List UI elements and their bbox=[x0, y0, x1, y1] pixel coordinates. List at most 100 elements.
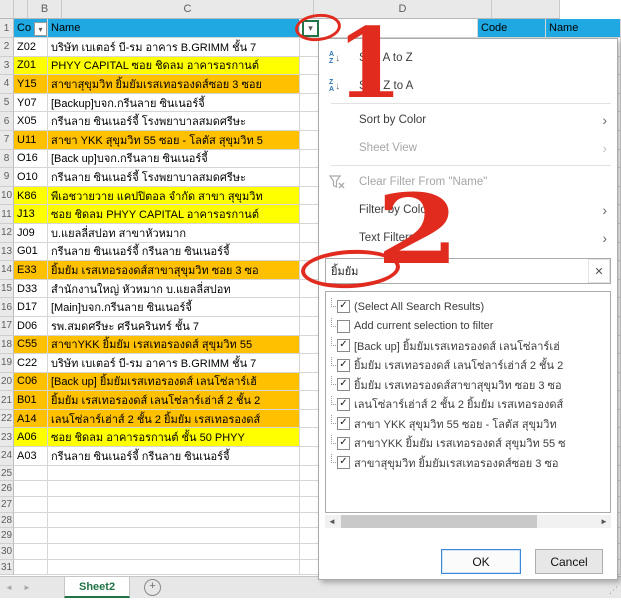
tab-sheet2[interactable]: Sheet2 bbox=[64, 577, 130, 598]
scrollbar-thumb[interactable] bbox=[341, 515, 537, 528]
code-cell[interactable]: D06 bbox=[14, 317, 48, 336]
ok-button[interactable]: OK bbox=[441, 549, 521, 574]
row-number-4[interactable]: 4 bbox=[0, 75, 14, 94]
row-number-10[interactable]: 10 bbox=[0, 187, 14, 206]
code-cell[interactable]: J09 bbox=[14, 224, 48, 243]
filter-checklist-item[interactable]: Add current selection to filter bbox=[326, 317, 610, 337]
grid-cell[interactable] bbox=[48, 528, 300, 544]
row-number-7[interactable]: 7 bbox=[0, 131, 14, 150]
name-cell[interactable]: [Back up] ยิ้มยัมเรสเทอรองดส์ เลนโซ่ลาร์… bbox=[48, 373, 300, 392]
row-number-19[interactable]: 19 bbox=[0, 354, 14, 373]
row-number-27[interactable]: 27 bbox=[0, 497, 14, 513]
grid-cell[interactable] bbox=[48, 544, 300, 560]
name-cell[interactable]: สาขาสุขุมวิท ยิ้มยัมเรสเทอรองดส์ซอย 3 ซอ… bbox=[48, 75, 300, 94]
name-cell[interactable]: ซอย ชิดลม อาคารอรกานต์ ชั้น 50 PHYY bbox=[48, 428, 300, 447]
checkbox-checked-icon[interactable]: ✓ bbox=[337, 300, 350, 313]
filter-checklist-item[interactable]: ✓(Select All Search Results) bbox=[326, 297, 610, 317]
code-cell[interactable]: D17 bbox=[14, 298, 48, 317]
menu-item-sort-by-color[interactable]: Sort by Color› bbox=[319, 106, 617, 134]
row-number-8[interactable]: 8 bbox=[0, 150, 14, 169]
filter-checklist-item[interactable]: ✓ยิ้มยัม เรสเทอรองดส์ เลนโซ่ลาร์เฮ่าส์ 2… bbox=[326, 356, 610, 376]
scroll-left-icon[interactable]: ◄ bbox=[325, 515, 339, 528]
cell-D1-code-header[interactable]: Code bbox=[478, 19, 546, 38]
grid-cell[interactable] bbox=[48, 513, 300, 529]
code-cell[interactable]: X05 bbox=[14, 112, 48, 131]
filter-search-input[interactable]: ยิ้มยัม ✕ bbox=[325, 258, 611, 284]
scroll-right-icon[interactable]: ► bbox=[597, 515, 611, 528]
name-filter-dropdown-button[interactable]: ▾ bbox=[302, 20, 319, 37]
code-cell[interactable]: U11 bbox=[14, 131, 48, 150]
add-sheet-button[interactable]: + bbox=[144, 579, 161, 596]
name-cell[interactable]: ยิ้มยัม เรสเทอรองดส์สาขาสุขุมวิท ซอย 3 ซ… bbox=[48, 261, 300, 280]
name-cell[interactable]: [Main]บจก.กรีนลาย ซินเนอร์จี้ bbox=[48, 298, 300, 317]
name-cell[interactable]: เลนโซ่ลาร์เฮ่าส์ 2 ชั้น 2 ยิ้มยัม เรสเทอ… bbox=[48, 410, 300, 429]
menu-item-text-filters[interactable]: Text Filters› bbox=[319, 224, 617, 252]
grid-cell[interactable] bbox=[14, 466, 48, 482]
code-cell[interactable]: C55 bbox=[14, 336, 48, 355]
code-cell[interactable]: J13 bbox=[14, 205, 48, 224]
name-cell[interactable]: PHYY CAPITAL ซอย ชิดลม อาคารอรกานต์ bbox=[48, 57, 300, 76]
row-number-11[interactable]: 11 bbox=[0, 205, 14, 224]
code-cell[interactable]: K86 bbox=[14, 187, 48, 206]
row-number-14[interactable]: 14 bbox=[0, 261, 14, 280]
corner-cell[interactable] bbox=[0, 0, 14, 19]
grid-cell[interactable] bbox=[300, 19, 478, 38]
row-number-18[interactable]: 18 bbox=[0, 336, 14, 355]
grid-cell[interactable] bbox=[14, 528, 48, 544]
name-cell[interactable]: บริษัท เบเตอร์ บี-รม อาคาร B.GRIMM ชั้น … bbox=[48, 38, 300, 57]
filter-checklist-item[interactable]: ✓สาขา YKK สุขุมวิท 55 ซอย - โลตัส สุขุมว… bbox=[326, 414, 610, 434]
filter-checklist-item[interactable]: ✓สาขาYKK ยิ้มยัม เรสเทอรองดส์ สุขุมวิท 5… bbox=[326, 434, 610, 454]
code-cell[interactable]: O10 bbox=[14, 168, 48, 187]
code-cell[interactable]: C22 bbox=[14, 354, 48, 373]
row-number-13[interactable]: 13 bbox=[0, 243, 14, 262]
grid-cell[interactable] bbox=[48, 560, 300, 576]
code-cell[interactable]: E33 bbox=[14, 261, 48, 280]
row-number-21[interactable]: 21 bbox=[0, 391, 14, 410]
row-number-26[interactable]: 26 bbox=[0, 481, 14, 497]
row-number-16[interactable]: 16 bbox=[0, 298, 14, 317]
code-filter-dropdown-button[interactable]: ▾ bbox=[34, 22, 47, 36]
column-header-C[interactable]: C bbox=[62, 0, 314, 19]
grid-cell[interactable] bbox=[48, 497, 300, 513]
filter-checklist-item[interactable]: ✓ยิ้มยัม เรสเทอรองดส์สาขาสุขุมวิท ซอย 3 … bbox=[326, 375, 610, 395]
name-cell[interactable]: ยิ้มยัม เรสเทอรองดส์ เลนโซ่ลาร์เฮ่าส์ 2 … bbox=[48, 391, 300, 410]
column-header-e[interactable] bbox=[492, 0, 560, 19]
checkbox-checked-icon[interactable]: ✓ bbox=[337, 339, 350, 352]
column-header-D[interactable]: D bbox=[314, 0, 492, 19]
select-all-corner[interactable] bbox=[14, 0, 28, 19]
name-cell[interactable]: กรีนลาย ซินเนอร์จี้ กรีนลาย ซินเนอร์จี้ bbox=[48, 243, 300, 262]
row-number-24[interactable]: 24 bbox=[0, 447, 14, 466]
tab-prev-icon[interactable]: ◄ bbox=[0, 577, 18, 598]
code-cell[interactable]: B01 bbox=[14, 391, 48, 410]
checkbox-checked-icon[interactable]: ✓ bbox=[337, 398, 350, 411]
menu-item-filter-by-color[interactable]: Filter by Color› bbox=[319, 196, 617, 224]
row-number-28[interactable]: 28 bbox=[0, 513, 14, 529]
checkbox-checked-icon[interactable]: ✓ bbox=[337, 456, 350, 469]
name-cell[interactable]: รพ.สมดศรีษะ ศรีนครินทร์ ชั้น 7 bbox=[48, 317, 300, 336]
cell-E1-name-header[interactable]: Name bbox=[546, 19, 621, 38]
horizontal-scrollbar[interactable]: ◄ ► bbox=[325, 515, 611, 528]
grid-cell[interactable] bbox=[14, 481, 48, 497]
filter-checklist-item[interactable]: ✓สาขาสุขุมวิท ยิ้มยัมเรสเทอรองดส์ซอย 3 ซ… bbox=[326, 453, 610, 473]
row-number-20[interactable]: 20 bbox=[0, 373, 14, 392]
name-cell[interactable]: [Backup]บจก.กรีนลาย ซินเนอร์จี้ bbox=[48, 94, 300, 113]
row-number-2[interactable]: 2 bbox=[0, 38, 14, 57]
checkbox-checked-icon[interactable]: ✓ bbox=[337, 359, 350, 372]
name-cell[interactable]: สำนักงานใหญ่ หัวหมาก บ.แยลลี่สปอท bbox=[48, 280, 300, 299]
code-cell[interactable]: A06 bbox=[14, 428, 48, 447]
menu-item-sort-z-to-a[interactable]: ZA↓Sort Z to A bbox=[319, 72, 617, 100]
code-cell[interactable]: A14 bbox=[14, 410, 48, 429]
cell-B1-name-header[interactable]: Name bbox=[48, 19, 300, 38]
row-number-30[interactable]: 30 bbox=[0, 544, 14, 560]
row-number-5[interactable]: 5 bbox=[0, 94, 14, 113]
row-number-22[interactable]: 22 bbox=[0, 410, 14, 429]
clear-search-icon[interactable]: ✕ bbox=[588, 259, 610, 283]
name-cell[interactable]: สาขา YKK สุขุมวิท 55 ซอย - โลตัส สุขุมวิ… bbox=[48, 131, 300, 150]
tab-next-icon[interactable]: ► bbox=[18, 577, 36, 598]
filter-checklist-item[interactable]: ✓เลนโซ่ลาร์เฮ่าส์ 2 ชั้น 2 ยิ้มยัม เรสเท… bbox=[326, 395, 610, 415]
name-cell[interactable]: กรีนลาย ซินเนอร์จี้ โรงพยาบาลสมดศรีษะ bbox=[48, 168, 300, 187]
row-number-9[interactable]: 9 bbox=[0, 168, 14, 187]
row-number-3[interactable]: 3 bbox=[0, 57, 14, 76]
checkbox-checked-icon[interactable]: ✓ bbox=[337, 378, 350, 391]
name-cell[interactable]: พีเอชวายวาย แคปปิตอล จำกัด สาขา สุขุมวิท bbox=[48, 187, 300, 206]
